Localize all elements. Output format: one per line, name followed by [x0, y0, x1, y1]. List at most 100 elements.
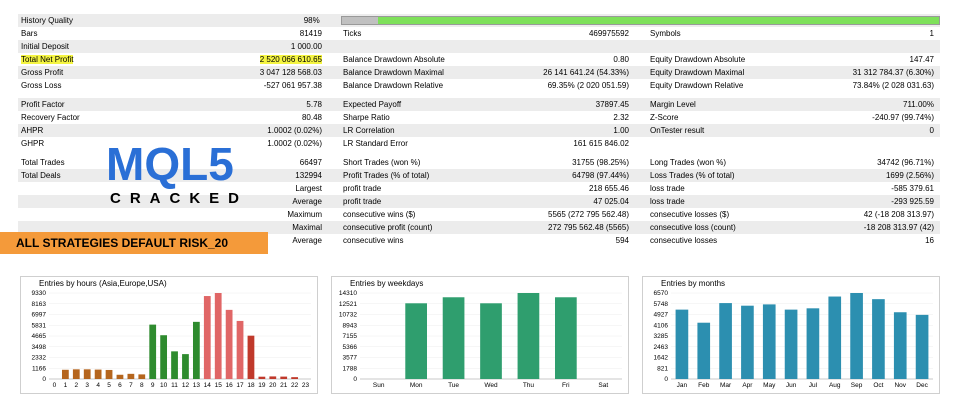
report-row: Profit Factor 5.78 Expected Payoff 37897.45… [18, 98, 940, 111]
cell-c3: profit trade [343, 197, 382, 206]
chart-weekdays-plot: 0 1788 3577 5366 7155 8943 10732 12521 14310 Sun M… [339, 290, 622, 389]
cell-c1: History Quality [21, 16, 74, 25]
report-row: Bars 81419 Ticks 469975592 Symbols 1 [18, 27, 940, 40]
cell-c4: 1.00 [613, 126, 629, 135]
cell-c5: Equity Drawdown Relative [650, 81, 744, 90]
bar-19 [258, 376, 266, 379]
bar-4 [94, 369, 102, 379]
history-quality-bar [340, 16, 940, 25]
chart-hours-plot: 0116623323498466558316997816393300 1 2 3 4 5 6… [32, 290, 311, 389]
x-tick-label: 18 [247, 382, 255, 389]
cell-c4 [501, 40, 632, 53]
y-tick-label: 5831 [32, 322, 47, 329]
bar-13 [192, 321, 200, 379]
bar-6 [116, 374, 124, 379]
cell-c3: Profit Trades (% of total) [343, 171, 430, 180]
y-tick-label: 0 [353, 376, 357, 383]
x-tick-label: Jun [786, 382, 797, 389]
bar-Oct [872, 299, 885, 379]
bar-14 [203, 296, 211, 379]
cell-c2: 1 000.00 [290, 42, 322, 51]
chart-hours: Entries by hours (Asia,Europe,USA) 0 1166… [20, 276, 318, 394]
cell-c4: 594 [615, 236, 629, 245]
cell-c5: consecutive loss (count) [650, 223, 736, 232]
x-tick-label: 15 [215, 382, 223, 389]
y-tick-label: 8163 [32, 301, 47, 308]
x-tick-label: Jan [677, 382, 688, 389]
cell-c4: 218 655.46 [588, 184, 629, 193]
cell-c6: 16 [925, 236, 934, 245]
x-tick-label: 20 [269, 382, 277, 389]
bar-17 [236, 320, 244, 379]
y-tick-label: 6997 [32, 312, 47, 319]
y-tick-label: 8943 [343, 322, 358, 329]
cell-c5: loss trade [650, 197, 685, 206]
y-tick-label: 821 [657, 365, 668, 372]
report-row: Recovery Factor 80.48 Sharpe Ratio 2.32 Z-Sc… [18, 111, 940, 124]
x-tick-label: Tue [448, 382, 459, 389]
cell-c4: 5565 (272 795 562.48) [548, 210, 629, 219]
cell-c3: Balance Drawdown Relative [343, 81, 444, 90]
y-tick-label: 2463 [654, 344, 669, 351]
cell-c5: Z-Score [650, 113, 679, 122]
x-tick-label: Jul [809, 382, 818, 389]
x-tick-label: Aug [829, 382, 841, 389]
chart-weekdays: Entries by weekdays 0 1788 3577 5366 7155 894… [331, 276, 629, 394]
cell-c5: OnTester result [650, 126, 705, 135]
bar-7 [127, 373, 135, 379]
bar-18 [247, 335, 255, 379]
bar-10 [160, 335, 168, 379]
bar-12 [182, 354, 189, 379]
x-tick-label: Oct [873, 382, 883, 389]
x-tick-label: 11 [171, 382, 178, 389]
x-tick-label: Feb [698, 382, 710, 389]
y-tick-label: 0 [664, 376, 668, 383]
x-tick-label: 13 [193, 382, 201, 389]
cell-c5: Long Trades (won %) [650, 158, 727, 167]
cell-c3: LR Correlation [343, 126, 395, 135]
bar-May [762, 304, 776, 379]
y-tick-label: 10732 [339, 312, 357, 319]
y-tick-label: 7155 [343, 333, 358, 340]
y-tick-label: 1166 [32, 365, 46, 372]
x-tick-label: 8 [140, 382, 144, 389]
y-tick-label: 4927 [654, 312, 669, 319]
cell-c6: 31 312 784.37 (6.30%) [852, 68, 934, 77]
cell-c4: 26 141 641.24 (54.33%) [543, 68, 629, 77]
cell-c1: Total Net Profit [18, 53, 124, 66]
cell-c6: -18 208 313.97 (42) [863, 223, 934, 232]
x-tick-label: 9 [151, 382, 155, 389]
y-tick-label: 14310 [339, 290, 357, 297]
cell-c3: Balance Drawdown Absolute [343, 55, 445, 64]
cell-c5: Loss Trades (% of total) [650, 171, 735, 180]
bar-Sep [850, 293, 863, 379]
cell-c5: consecutive losses [650, 236, 718, 245]
bar-Jul [806, 308, 820, 379]
bar-2 [72, 369, 80, 379]
report-row: History Quality 98% [18, 14, 940, 27]
x-tick-label: 23 [302, 382, 310, 389]
y-tick-label: 3285 [654, 333, 669, 340]
y-tick-label: 5748 [654, 301, 669, 308]
x-tick-label: 14 [204, 382, 212, 389]
cell-c3: Sharpe Ratio [343, 113, 390, 122]
x-tick-label: Apr [742, 382, 753, 389]
x-tick-label: 19 [258, 382, 266, 389]
y-tick-label: 1788 [343, 365, 358, 372]
bar-Thu [517, 293, 540, 379]
y-tick-label: 6570 [654, 290, 669, 297]
cell-c4: 69.35% (2 020 051.59) [547, 81, 629, 90]
cell-c1: Initial Deposit [21, 42, 70, 51]
x-tick-label: 10 [160, 382, 168, 389]
cell-c5: loss trade [650, 184, 685, 193]
cell-c3: consecutive wins ($) [343, 210, 416, 219]
x-tick-label: 4 [96, 382, 100, 389]
cell-c5: Margin Level [650, 100, 696, 109]
y-tick-label: 4665 [32, 333, 47, 340]
cell-c5 [632, 137, 813, 150]
bar-15 [214, 293, 222, 379]
cell-c3: consecutive wins [343, 236, 404, 245]
report-row: Gross Profit 3 047 128 568.03 Balance Draw… [18, 66, 940, 79]
y-tick-label: 3577 [343, 355, 358, 362]
cell-c6: 1 [929, 29, 934, 38]
